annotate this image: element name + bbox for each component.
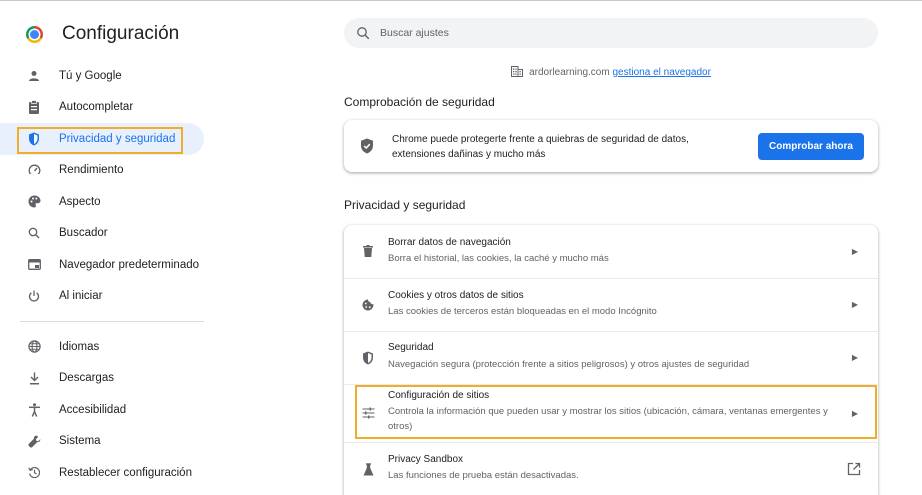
- globe-icon: [26, 339, 42, 355]
- sidebar-item-appearance[interactable]: Aspecto: [0, 186, 208, 218]
- sidebar-item-languages[interactable]: Idiomas: [0, 331, 208, 363]
- safety-check-description: Chrome puede protegerte frente a quiebra…: [392, 134, 689, 160]
- row-title: Privacy Sandbox: [388, 454, 464, 465]
- sidebar-item-downloads[interactable]: Descargas: [0, 363, 208, 395]
- managed-by-org-notice: ardorlearning.com gestiona el navegador: [344, 66, 878, 78]
- security-row[interactable]: Seguridad Navegación segura (protección …: [344, 331, 878, 384]
- clipboard-icon: [26, 99, 42, 115]
- shield-check-icon: [361, 138, 373, 154]
- sidebar-item-label: Accesibilidad: [59, 403, 127, 416]
- chevron-right-icon: ▶: [851, 352, 859, 362]
- privacy-sandbox-row[interactable]: Privacy Sandbox Las funciones de prueba …: [344, 442, 878, 495]
- check-now-button[interactable]: Comprobar ahora: [758, 133, 864, 160]
- row-subtitle: Controla la información que pueden usar …: [388, 406, 828, 432]
- row-subtitle: Las cookies de terceros están bloqueadas…: [388, 306, 657, 317]
- sidebar-item-label: Buscador: [59, 227, 108, 240]
- safety-check-heading: Comprobación de seguridad: [344, 95, 495, 109]
- cookie-icon: [360, 297, 376, 313]
- sidebar-item-you-and-google[interactable]: Tú y Google: [0, 60, 208, 92]
- search-icon: [357, 27, 370, 40]
- restore-icon: [26, 465, 42, 481]
- sidebar-item-label: Tú y Google: [59, 69, 122, 82]
- shield-icon: [26, 131, 42, 147]
- privacy-settings-card: Borrar datos de navegación Borra el hist…: [344, 225, 878, 495]
- shield-icon: [360, 350, 376, 366]
- search-bar[interactable]: [344, 18, 878, 48]
- sidebar-item-label: Descargas: [59, 372, 114, 385]
- speedometer-icon: [26, 162, 42, 178]
- trash-icon: [360, 243, 376, 259]
- row-subtitle: Borra el historial, las cookies, la cach…: [388, 253, 609, 264]
- row-subtitle: Navegación segura (protección frente a s…: [388, 359, 750, 370]
- chevron-right-icon: ▶: [851, 246, 859, 256]
- wrench-icon: [26, 433, 42, 449]
- sidebar-item-label: Privacidad y seguridad: [59, 132, 176, 145]
- clear-browsing-data-row[interactable]: Borrar datos de navegación Borra el hist…: [344, 225, 878, 278]
- row-title: Borrar datos de navegación: [388, 237, 511, 248]
- building-icon: [511, 66, 524, 77]
- search-icon: [26, 225, 42, 241]
- sidebar-item-system[interactable]: Sistema: [0, 426, 208, 458]
- sidebar-item-on-startup[interactable]: Al iniciar: [0, 281, 208, 313]
- sidebar-item-performance[interactable]: Rendimiento: [0, 155, 208, 187]
- palette-icon: [26, 194, 42, 210]
- sidebar-item-accessibility[interactable]: Accesibilidad: [0, 394, 208, 426]
- accessibility-icon: [26, 402, 42, 418]
- row-title: Seguridad: [388, 342, 434, 353]
- sidebar-item-autofill[interactable]: Autocompletar: [0, 92, 208, 124]
- sidebar: Configuración Tú y Google Autocompletar …: [0, 0, 208, 495]
- sidebar-item-privacy-security[interactable]: Privacidad y seguridad: [0, 123, 204, 155]
- site-settings-row[interactable]: Configuración de sitios Controla la info…: [344, 384, 878, 442]
- download-icon: [26, 370, 42, 386]
- row-title: Configuración de sitios: [388, 390, 490, 401]
- safety-check-card: Chrome puede protegerte frente a quiebra…: [344, 120, 878, 172]
- sidebar-nav: Tú y Google Autocompletar Privacidad y s…: [0, 60, 208, 489]
- person-icon: [26, 68, 42, 84]
- privacy-security-heading: Privacidad y seguridad: [344, 198, 466, 212]
- sidebar-item-label: Aspecto: [59, 195, 101, 208]
- manage-browser-link[interactable]: gestiona el navegador: [612, 67, 710, 78]
- flask-icon: [360, 461, 376, 477]
- sidebar-divider: [20, 321, 204, 322]
- sidebar-item-label: Autocompletar: [59, 101, 134, 114]
- row-title: Cookies y otros datos de sitios: [388, 290, 524, 301]
- power-icon: [26, 288, 42, 304]
- sidebar-item-label: Restablecer configuración: [59, 466, 192, 479]
- chevron-right-icon: ▶: [851, 408, 859, 418]
- app-header: Configuración: [26, 20, 179, 48]
- cookies-site-data-row[interactable]: Cookies y otros datos de sitios Las cook…: [344, 278, 878, 331]
- chrome-logo-icon: [26, 25, 43, 43]
- sidebar-item-reset-settings[interactable]: Restablecer configuración: [0, 457, 208, 489]
- sidebar-item-label: Rendimiento: [59, 164, 124, 177]
- sidebar-item-label: Al iniciar: [59, 290, 103, 303]
- sidebar-item-default-browser[interactable]: Navegador predeterminado: [0, 249, 208, 281]
- sidebar-item-search-engine[interactable]: Buscador: [0, 218, 208, 250]
- row-subtitle: Las funciones de prueba están desactivad…: [388, 470, 579, 481]
- page-title: Configuración: [62, 23, 180, 44]
- search-input[interactable]: [380, 24, 860, 42]
- chevron-right-icon: ▶: [851, 299, 859, 309]
- sidebar-item-label: Navegador predeterminado: [59, 258, 200, 271]
- browser-icon: [26, 257, 42, 273]
- sliders-icon: [360, 405, 376, 421]
- sidebar-item-label: Idiomas: [59, 340, 100, 353]
- sidebar-item-label: Sistema: [59, 435, 101, 448]
- open-in-new-icon: [847, 462, 861, 476]
- managed-domain: ardorlearning.com: [529, 67, 610, 78]
